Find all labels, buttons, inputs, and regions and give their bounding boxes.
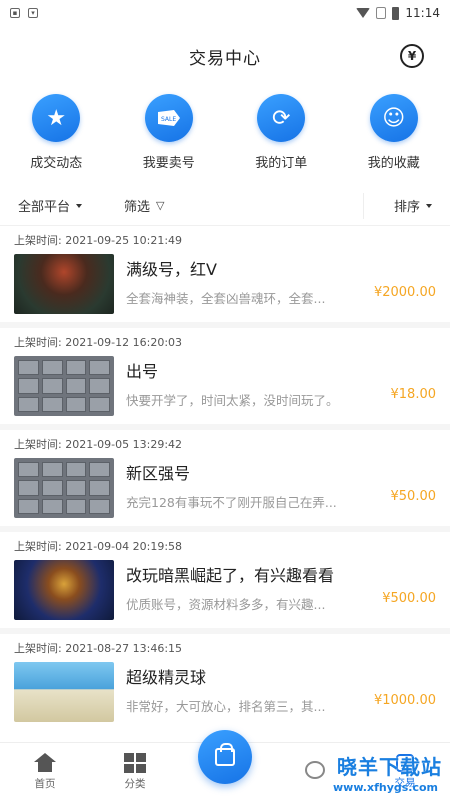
page-title: 交易中心: [189, 48, 261, 69]
platform-label: 全部平台: [18, 200, 71, 215]
header: 交易中心 ¥: [0, 26, 450, 86]
sort-dropdown[interactable]: 排序: [362, 192, 432, 219]
shopping-bag-icon: [215, 743, 235, 766]
list-desc: 快要开学了，时间太紧，没时间玩了。: [126, 393, 339, 408]
list-item[interactable]: 上架时间: 2021-09-25 10:21:49 满级号，红V 全套海神装，全…: [0, 226, 450, 328]
quick-action-label: 我的收藏: [367, 156, 420, 171]
quick-action-my-orders[interactable]: ⟳ 我的订单: [236, 94, 326, 186]
list-time: 上架时间: 2021-08-27 13:46:15: [14, 642, 183, 655]
list-item[interactable]: 上架时间: 2021-09-04 20:19:58 改玩暗黑崛起了，有兴趣看看 …: [0, 532, 450, 634]
list-price: ¥50.00: [390, 489, 437, 504]
list-title: 新区强号: [126, 464, 191, 483]
list-time: 上架时间: 2021-09-05 13:29:42: [14, 438, 183, 451]
refresh-arrows-icon: ⟳: [257, 94, 306, 142]
tab-category-label: 分类: [124, 777, 146, 790]
tab-category[interactable]: 分类: [90, 743, 180, 800]
status-right: 11:14: [356, 6, 440, 20]
listing-list: 上架时间: 2021-09-25 10:21:49 满级号，红V 全套海神装，全…: [0, 226, 450, 736]
list-title: 超级精灵球: [126, 668, 207, 687]
listing-thumbnail: [14, 662, 114, 722]
smile-icon: ☺: [369, 94, 418, 142]
grid-icon: [124, 752, 146, 773]
quick-action-label: 成交动态: [30, 156, 83, 171]
listing-thumbnail: [14, 356, 114, 416]
shield-icon: ▾: [28, 8, 38, 18]
watermark-url: www.xfhygs.com: [333, 781, 438, 794]
notification-icon: ▪: [10, 8, 20, 18]
star-icon: ★: [32, 94, 81, 142]
list-price: ¥1000.00: [373, 693, 436, 708]
watermark-text: 晓羊下载站: [337, 755, 442, 779]
list-item[interactable]: 上架时间: 2021-09-05 13:29:42 新区强号 充完128有事玩不…: [0, 430, 450, 532]
status-left: ▪ ▾: [10, 8, 38, 18]
center-shopping-bag-button[interactable]: [198, 730, 252, 784]
quick-action-deal-news[interactable]: ★ 成交动态: [11, 94, 101, 186]
filter-button[interactable]: 筛选 ▽: [124, 196, 164, 215]
list-time: 上架时间: 2021-09-25 10:21:49: [14, 234, 183, 247]
battery-icon: [392, 6, 400, 20]
list-price: ¥18.00: [390, 387, 437, 402]
quick-action-label: 我要卖号: [142, 156, 195, 171]
sort-label: 排序: [393, 200, 420, 215]
listing-thumbnail: [14, 254, 114, 314]
sale-tag-icon: SALE: [144, 94, 193, 142]
quick-action-sell-account[interactable]: SALE 我要卖号: [124, 94, 214, 186]
filter-label: 筛选: [124, 200, 151, 215]
filter-bar: 全部平台 筛选 ▽ 排序: [0, 186, 450, 226]
status-time: 11:14: [405, 6, 440, 20]
listing-thumbnail: [14, 560, 114, 620]
yuan-coin-icon[interactable]: ¥: [400, 44, 424, 68]
list-title: 改玩暗黑崛起了，有兴趣看看: [126, 566, 335, 585]
chat-bubble-icon: [305, 761, 325, 779]
tab-home-label: 首页: [34, 777, 56, 790]
list-item[interactable]: 上架时间: 2021-08-27 13:46:15 超级精灵球 非常好，大可放心…: [0, 634, 450, 736]
platform-dropdown[interactable]: 全部平台: [18, 196, 83, 215]
list-title: 出号: [126, 362, 159, 381]
list-item[interactable]: 上架时间: 2021-09-12 16:20:03 出号 快要开学了，时间太紧，…: [0, 328, 450, 430]
funnel-icon: ▽: [156, 199, 165, 212]
status-bar: ▪ ▾ 11:14: [0, 0, 450, 26]
list-time: 上架时间: 2021-09-12 16:20:03: [14, 336, 183, 349]
list-time: 上架时间: 2021-09-04 20:19:58: [14, 540, 183, 553]
caret-down-icon: [426, 203, 432, 208]
list-desc: 充完128有事玩不了刚开服自己在弄...: [126, 495, 337, 510]
list-title: 满级号，红V: [126, 260, 217, 279]
wifi-icon: [356, 8, 371, 18]
no-sim-icon: [376, 7, 387, 19]
quick-action-my-favorites[interactable]: ☺ 我的收藏: [349, 94, 439, 186]
home-icon: [34, 752, 56, 773]
tab-home[interactable]: 首页: [0, 743, 90, 800]
list-price: ¥2000.00: [373, 285, 436, 300]
list-price: ¥500.00: [382, 591, 436, 606]
caret-down-icon: [76, 203, 83, 208]
quick-action-label: 我的订单: [255, 156, 308, 171]
svg-text:SALE: SALE: [161, 116, 176, 123]
quick-actions: ★ 成交动态 SALE 我要卖号 ⟳ 我的订单 ☺ 我的收藏: [0, 86, 450, 186]
listing-thumbnail: [14, 458, 114, 518]
